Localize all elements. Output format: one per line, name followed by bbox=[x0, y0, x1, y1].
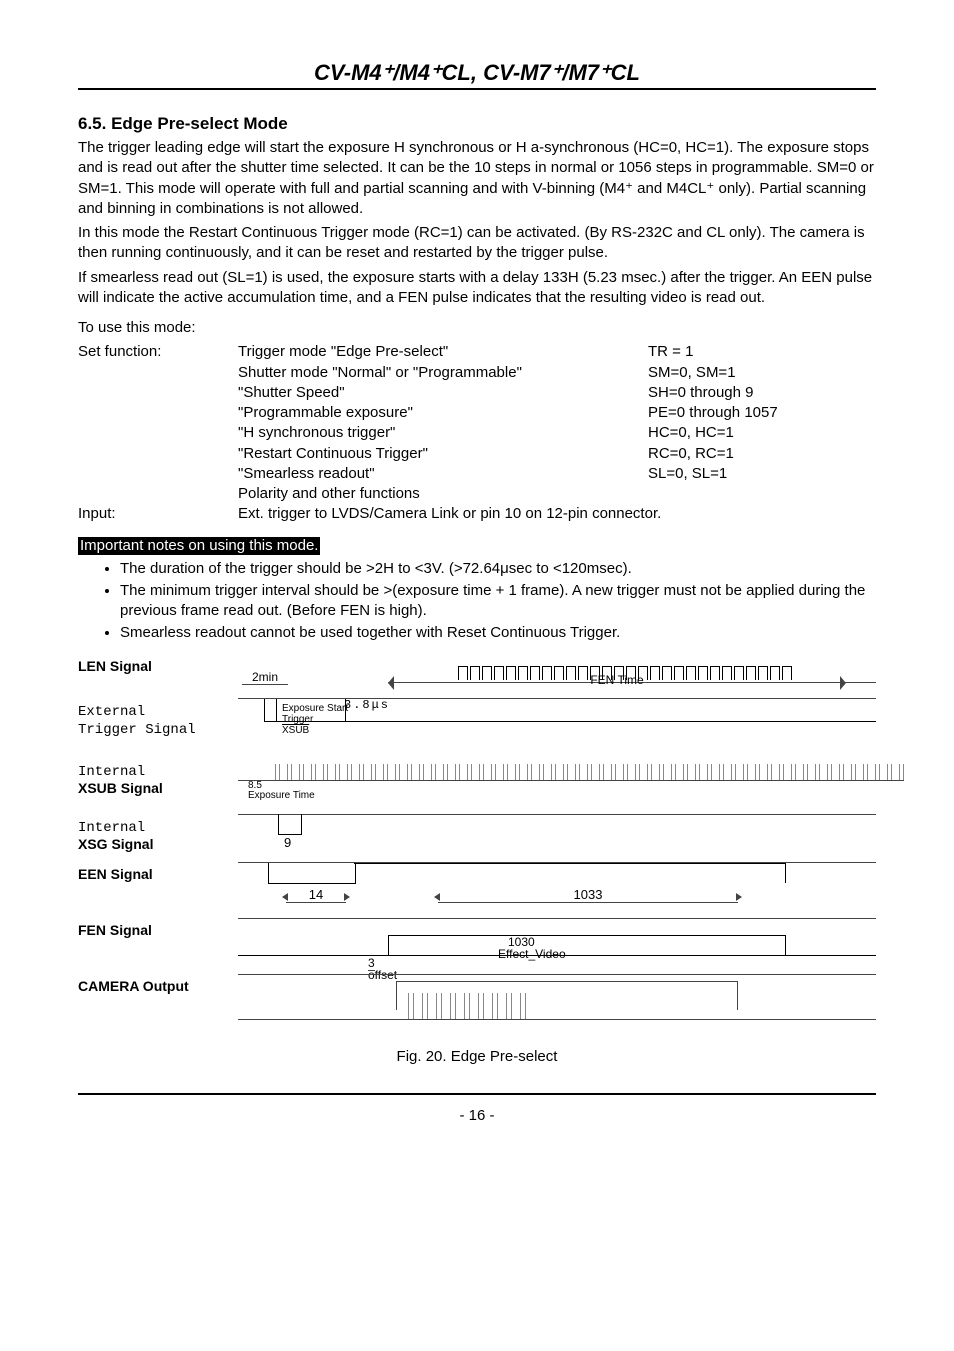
setfn-mid-2: "Shutter Speed" bbox=[238, 383, 648, 403]
setfn-right-1: SM=0, SM=1 bbox=[648, 363, 876, 383]
xsg-label-1: Internal bbox=[78, 820, 145, 836]
setfn-right-2: SH=0 through 9 bbox=[648, 383, 876, 403]
section-para-2: In this mode the Restart Continuous Trig… bbox=[78, 223, 876, 264]
setfn-mid-7: Polarity and other functions bbox=[238, 484, 648, 504]
xsg-waveform-icon: 9 bbox=[238, 814, 876, 854]
len-label: LEN Signal bbox=[78, 658, 152, 674]
header-rule bbox=[78, 88, 876, 90]
setfn-row-0: Set function:Trigger mode "Edge Pre-sele… bbox=[78, 342, 876, 362]
setfn-row-3: "Programmable exposure"PE=0 through 1057 bbox=[78, 403, 876, 423]
setfn-row-5: "Restart Continuous Trigger"RC=0, RC=1 bbox=[78, 444, 876, 464]
len-2min: 2min bbox=[242, 670, 288, 685]
important-item-0: The duration of the trigger should be >2… bbox=[120, 559, 876, 579]
page-header-title: CV-M4⁺/M4⁺CL, CV-M7⁺/M7⁺CL bbox=[78, 60, 876, 86]
een-waveform-icon: 14 1033 bbox=[238, 862, 876, 911]
setfn-mid-6: "Smearless readout" bbox=[238, 464, 648, 484]
setfn-mid-3: "Programmable exposure" bbox=[238, 403, 648, 423]
ext-label-2: Trigger Signal bbox=[78, 722, 196, 738]
timing-diagram: LEN Signal 2min FEN Time External Trigge… bbox=[78, 654, 876, 1030]
xsg-label-2: XSG Signal bbox=[78, 836, 153, 852]
setfn-right-4: HC=0, HC=1 bbox=[648, 423, 876, 443]
setfn-mid-5: "Restart Continuous Trigger" bbox=[238, 444, 648, 464]
setfn-row-6: "Smearless readout"SL=0, SL=1 bbox=[78, 464, 876, 484]
fen-effect: Effect_Video bbox=[498, 947, 566, 961]
setfn-mid-1: Shutter mode "Normal" or "Programmable" bbox=[238, 363, 648, 383]
figure-caption: Fig. 20. Edge Pre-select bbox=[78, 1048, 876, 1065]
trig-anno-2: Trigger bbox=[282, 714, 313, 725]
setfn-row-1: Shutter mode "Normal" or "Programmable"S… bbox=[78, 363, 876, 383]
setfn-right-6: SL=0, SL=1 bbox=[648, 464, 876, 484]
xsub-waveform-icon: 8.5 Exposure Time bbox=[238, 758, 904, 804]
setfn-row-2: "Shutter Speed"SH=0 through 9 bbox=[78, 383, 876, 403]
setfn-right-3: PE=0 through 1057 bbox=[648, 403, 876, 423]
een-14: 14 bbox=[286, 887, 346, 903]
cam-label: CAMERA Output bbox=[78, 978, 189, 994]
important-list: The duration of the trigger should be >2… bbox=[78, 559, 876, 644]
trig-anno-1: Exposure Start bbox=[282, 703, 348, 714]
input-left: Input: bbox=[78, 504, 238, 524]
footer-rule bbox=[78, 1093, 876, 1095]
setfn-right-7 bbox=[648, 484, 876, 504]
use-intro: To use this mode: bbox=[78, 318, 876, 338]
setfn-right-0: TR = 1 bbox=[648, 342, 876, 362]
section-heading: 6.5. Edge Pre-select Mode bbox=[78, 114, 876, 134]
setfn-right-5: RC=0, RC=1 bbox=[648, 444, 876, 464]
setfn-left: Set function: bbox=[78, 342, 238, 362]
een-1033: 1033 bbox=[438, 887, 738, 903]
important-item-1: The minimum trigger interval should be >… bbox=[120, 581, 876, 622]
fen-label: FEN Signal bbox=[78, 922, 152, 938]
camera-waveform-icon bbox=[238, 974, 876, 1023]
setfn-mid-0: Trigger mode "Edge Pre-select" bbox=[238, 342, 648, 362]
input-row: Input:Ext. trigger to LVDS/Camera Link o… bbox=[78, 504, 876, 524]
len-fen-time: FEN Time bbox=[388, 673, 846, 687]
setfn-row-7: Polarity and other functions bbox=[78, 484, 876, 504]
trigger-waveform-icon: Exposure Start Trigger XSUB 3.8μs bbox=[238, 698, 876, 749]
trig-anno-3: XSUB bbox=[282, 725, 309, 736]
important-title: Important notes on using this mode. bbox=[78, 537, 320, 555]
setfn-row-4: "H synchronous trigger"HC=0, HC=1 bbox=[78, 423, 876, 443]
xsub-lab: 8.5 Exposure Time bbox=[248, 781, 315, 801]
xsub-label-1: Internal bbox=[78, 764, 145, 780]
ext-label-1: External bbox=[78, 704, 145, 720]
page-number: - 16 - bbox=[78, 1107, 876, 1124]
section-para-3: If smearless read out (SL=1) is used, th… bbox=[78, 268, 876, 309]
important-item-2: Smearless readout cannot be used togethe… bbox=[120, 623, 876, 643]
xsub-label-2: XSUB Signal bbox=[78, 780, 163, 796]
xsg-lab: 9 bbox=[284, 835, 876, 850]
section-para-1: The trigger leading edge will start the … bbox=[78, 138, 876, 219]
input-text: Ext. trigger to LVDS/Camera Link or pin … bbox=[238, 504, 876, 524]
fen-waveform-icon: 3 offset 1030 Effect_Video bbox=[238, 918, 876, 967]
setfn-mid-4: "H synchronous trigger" bbox=[238, 423, 648, 443]
een-label: EEN Signal bbox=[78, 866, 153, 882]
trig-dim: 3.8μs bbox=[344, 698, 390, 712]
